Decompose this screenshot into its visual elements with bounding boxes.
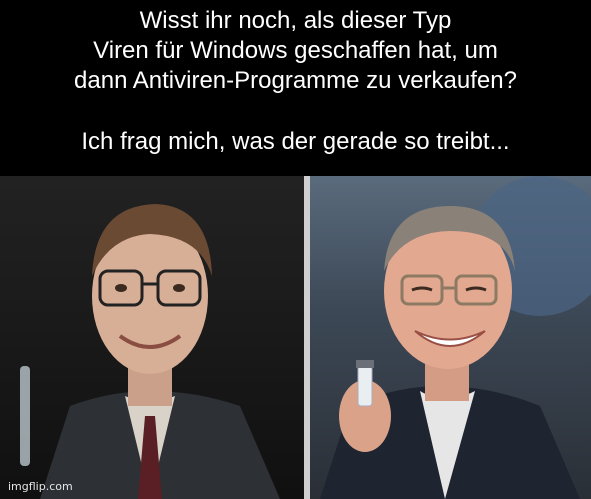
caption-line-1: Wisst ihr noch, als dieser Typ: [139, 7, 452, 34]
right-photo: [310, 176, 591, 499]
young-man-illustration: [20, 204, 280, 499]
photo-comparison: imgflip.com: [0, 176, 591, 499]
left-photo: [0, 176, 304, 499]
caption-line-2: Viren für Windows geschaffen hat, um: [93, 37, 498, 64]
older-man-illustration: [320, 176, 591, 499]
caption-line-4: Ich frag mich, was der gerade so treibt.…: [81, 128, 510, 155]
imgflip-watermark: imgflip.com: [8, 480, 73, 493]
caption-line-3: dann Antiviren-Programme zu verkaufen?: [74, 67, 517, 94]
meme-caption: Wisst ihr noch, als dieser Typ Viren für…: [0, 6, 591, 157]
